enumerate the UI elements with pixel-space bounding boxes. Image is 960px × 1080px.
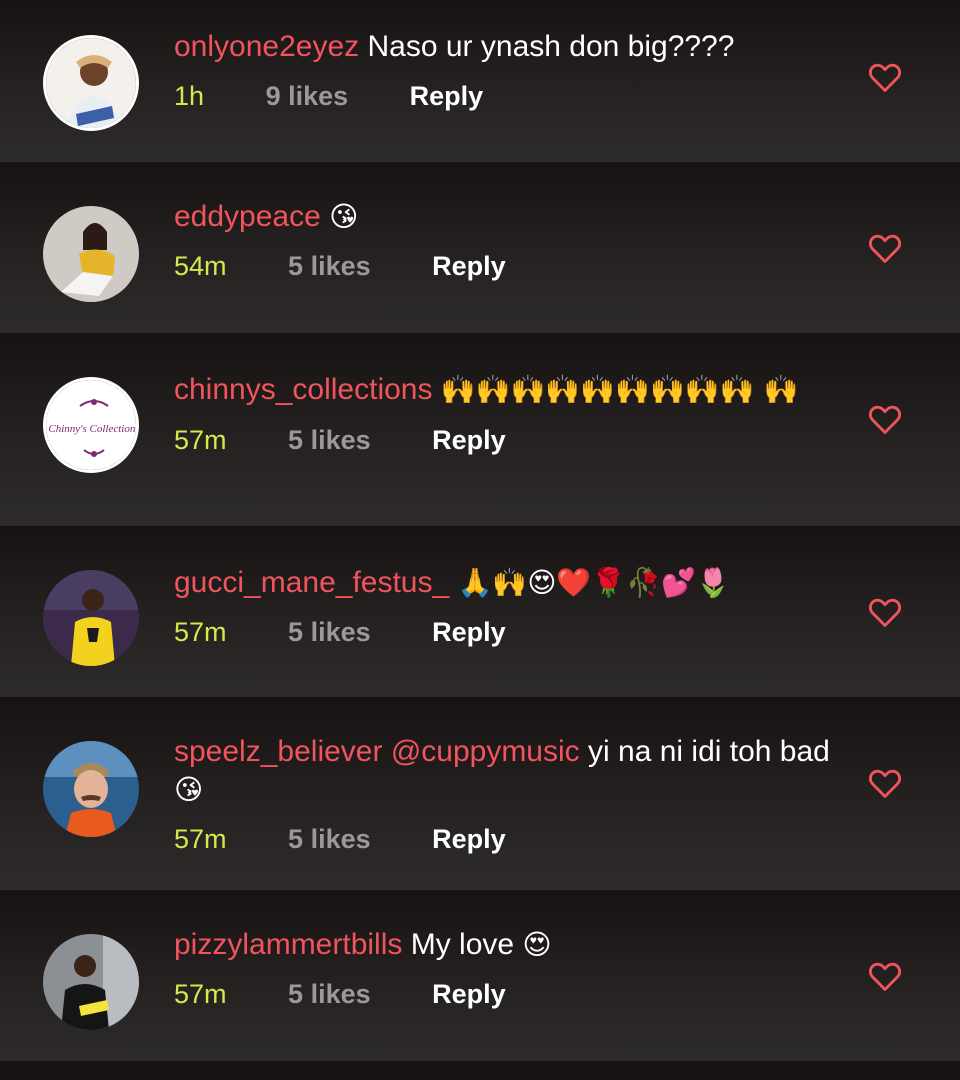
comment-timestamp: 57m <box>174 425 227 455</box>
comment-likes-count[interactable]: 5 likes <box>288 248 371 284</box>
avatar[interactable] <box>43 570 139 666</box>
comment-text: My love <box>410 928 515 961</box>
comment-emoji: 🙌🙌🙌🙌🙌🙌🙌🙌🙌 🙌 <box>440 373 799 406</box>
comment-item: Chinny's Collections chinnys_collections… <box>0 333 960 526</box>
comment-username[interactable]: chinnys_collections <box>174 373 432 406</box>
comment-item: speelz_believer @cuppymusic yi na ni idi… <box>0 697 960 890</box>
avatar[interactable] <box>43 35 139 131</box>
comment-text: Naso ur ynash don big???? <box>367 30 735 63</box>
user-avatar-icon <box>43 741 139 837</box>
user-avatar-icon <box>43 206 139 302</box>
heart-outline-icon[interactable] <box>866 593 904 631</box>
avatar[interactable] <box>43 206 139 302</box>
comment-likes-count[interactable]: 5 likes <box>288 614 371 650</box>
brand-logo-avatar-icon: Chinny's Collections <box>46 380 139 470</box>
comment-timestamp: 57m <box>174 824 227 854</box>
comment-emoji: 😘 <box>174 773 204 806</box>
comment-username[interactable]: speelz_believer <box>174 735 382 768</box>
heart-outline-icon[interactable] <box>866 957 904 995</box>
reply-button[interactable]: Reply <box>410 78 484 114</box>
comment-likes-count[interactable]: 5 likes <box>288 821 371 857</box>
reply-button[interactable]: Reply <box>432 821 506 857</box>
avatar[interactable]: Chinny's Collections <box>43 377 139 473</box>
comment-likes-count[interactable]: 5 likes <box>288 976 371 1012</box>
reply-button[interactable]: Reply <box>432 248 506 284</box>
comment-timestamp: 57m <box>174 617 227 647</box>
user-avatar-icon <box>46 38 136 128</box>
reply-button[interactable]: Reply <box>432 614 506 650</box>
svg-text:Chinny's Collections: Chinny's Collections <box>48 423 139 435</box>
comment-timestamp: 57m <box>174 979 227 1009</box>
comment-likes-count[interactable]: 5 likes <box>288 422 371 458</box>
comment-text: yi na ni idi toh bad <box>588 735 830 768</box>
avatar[interactable] <box>43 741 139 837</box>
user-avatar-icon <box>43 570 139 666</box>
heart-outline-icon[interactable] <box>866 229 904 267</box>
heart-outline-icon[interactable] <box>866 764 904 802</box>
comment-emoji: 😍 <box>522 928 552 961</box>
heart-outline-icon[interactable] <box>866 58 904 96</box>
comments-list: onlyone2eyez Naso ur ynash don big???? 1… <box>0 0 960 1080</box>
comment-item: eddypeace 😘 54m 5 likes Reply <box>0 162 960 333</box>
comment-username[interactable]: gucci_mane_festus_ <box>174 566 449 599</box>
comment-username[interactable]: onlyone2eyez <box>174 30 359 63</box>
reply-button[interactable]: Reply <box>432 422 506 458</box>
comment-likes-count[interactable]: 9 likes <box>266 78 349 114</box>
avatar[interactable] <box>43 934 139 1030</box>
comment-username[interactable]: eddypeace <box>174 200 321 233</box>
user-avatar-icon <box>43 934 139 1030</box>
comment-timestamp: 1h <box>174 81 205 111</box>
comment-timestamp: 54m <box>174 251 227 281</box>
comment-mention-link[interactable]: @cuppymusic <box>391 735 580 768</box>
comment-item: gucci_mane_festus_ 🙏🙌😍❤️🌹🥀💕🌷 57m 5 likes… <box>0 526 960 697</box>
comment-item: onlyone2eyez Naso ur ynash don big???? 1… <box>0 0 960 162</box>
comment-emoji: 🙏🙌😍❤️🌹🥀💕🌷 <box>457 566 731 599</box>
reply-button[interactable]: Reply <box>432 976 506 1012</box>
heart-outline-icon[interactable] <box>866 400 904 438</box>
comment-item: pizzylammertbills My love 😍 57m 5 likes … <box>0 890 960 1061</box>
comment-emoji: 😘 <box>329 200 359 233</box>
comment-username[interactable]: pizzylammertbills <box>174 928 402 961</box>
